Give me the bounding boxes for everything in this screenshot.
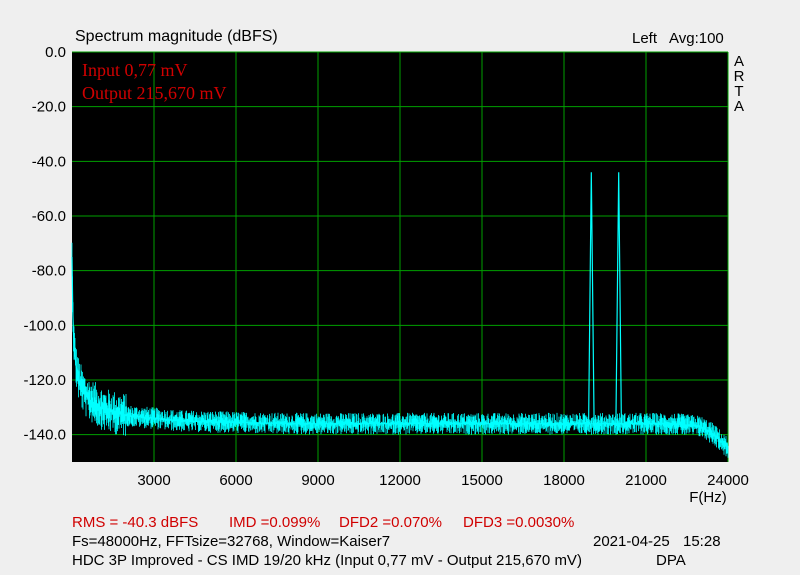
y-tick-label: -60.0 bbox=[32, 208, 66, 225]
y-axis: 0.0 -20.0 -40.0 -60.0 -80.0 -100.0 -120.0 -140.… bbox=[23, 44, 66, 444]
y-tick-label: -80.0 bbox=[32, 263, 66, 280]
arta-letter-2: R bbox=[733, 68, 745, 85]
dfd3-readout: DFD3 =0.0030% bbox=[463, 514, 575, 531]
rms-readout: RMS = -40.3 dBFS bbox=[72, 514, 199, 531]
annotation-input: Input 0,77 mV bbox=[82, 60, 188, 80]
measurement-time: 15:28 bbox=[683, 533, 721, 550]
x-tick-label: 12000 bbox=[379, 472, 421, 489]
y-tick-label: -120.0 bbox=[23, 372, 66, 389]
y-tick-label: -20.0 bbox=[32, 99, 66, 116]
arta-letter-4: A bbox=[733, 98, 744, 115]
x-axis-label: F(Hz) bbox=[689, 489, 727, 506]
chart-title: Spectrum magnitude (dBFS) bbox=[75, 28, 278, 45]
x-tick-label: 24000 bbox=[707, 472, 749, 489]
measurement-date: 2021-04-25 bbox=[593, 533, 670, 550]
fft-settings: Fs=48000Hz, FFTsize=32768, Window=Kaiser… bbox=[72, 533, 391, 550]
y-tick-label: -100.0 bbox=[23, 317, 66, 334]
imd-readout: IMD =0.099% bbox=[229, 514, 321, 531]
averaging-label: Avg:100 bbox=[669, 30, 724, 47]
annotation-output: Output 215,670 mV bbox=[82, 83, 227, 103]
x-tick-label: 18000 bbox=[543, 472, 585, 489]
measurement-description: HDC 3P Improved - CS IMD 19/20 kHz (Inpu… bbox=[72, 552, 582, 569]
y-tick-label: -140.0 bbox=[23, 427, 66, 444]
x-tick-label: 3000 bbox=[137, 472, 170, 489]
y-tick-label: -40.0 bbox=[32, 153, 66, 170]
x-tick-label: 15000 bbox=[461, 472, 503, 489]
x-tick-label: 9000 bbox=[301, 472, 334, 489]
y-tick-label: 0.0 bbox=[45, 44, 66, 61]
x-tick-label: 6000 bbox=[219, 472, 252, 489]
spectrum-chart: 0.0 -20.0 -40.0 -60.0 -80.0 -100.0 -120.0 -140.… bbox=[23, 44, 749, 506]
x-tick-label: 21000 bbox=[625, 472, 667, 489]
brand-label: DPA bbox=[656, 552, 686, 569]
arta-letter-3: T bbox=[734, 83, 744, 100]
channel-label: Left bbox=[632, 30, 658, 47]
arta-letter-1: A bbox=[733, 53, 744, 70]
x-axis: 3000 6000 9000 12000 15000 18000 21000 24000 bbox=[137, 472, 749, 489]
dfd2-readout: DFD2 =0.070% bbox=[339, 514, 442, 531]
